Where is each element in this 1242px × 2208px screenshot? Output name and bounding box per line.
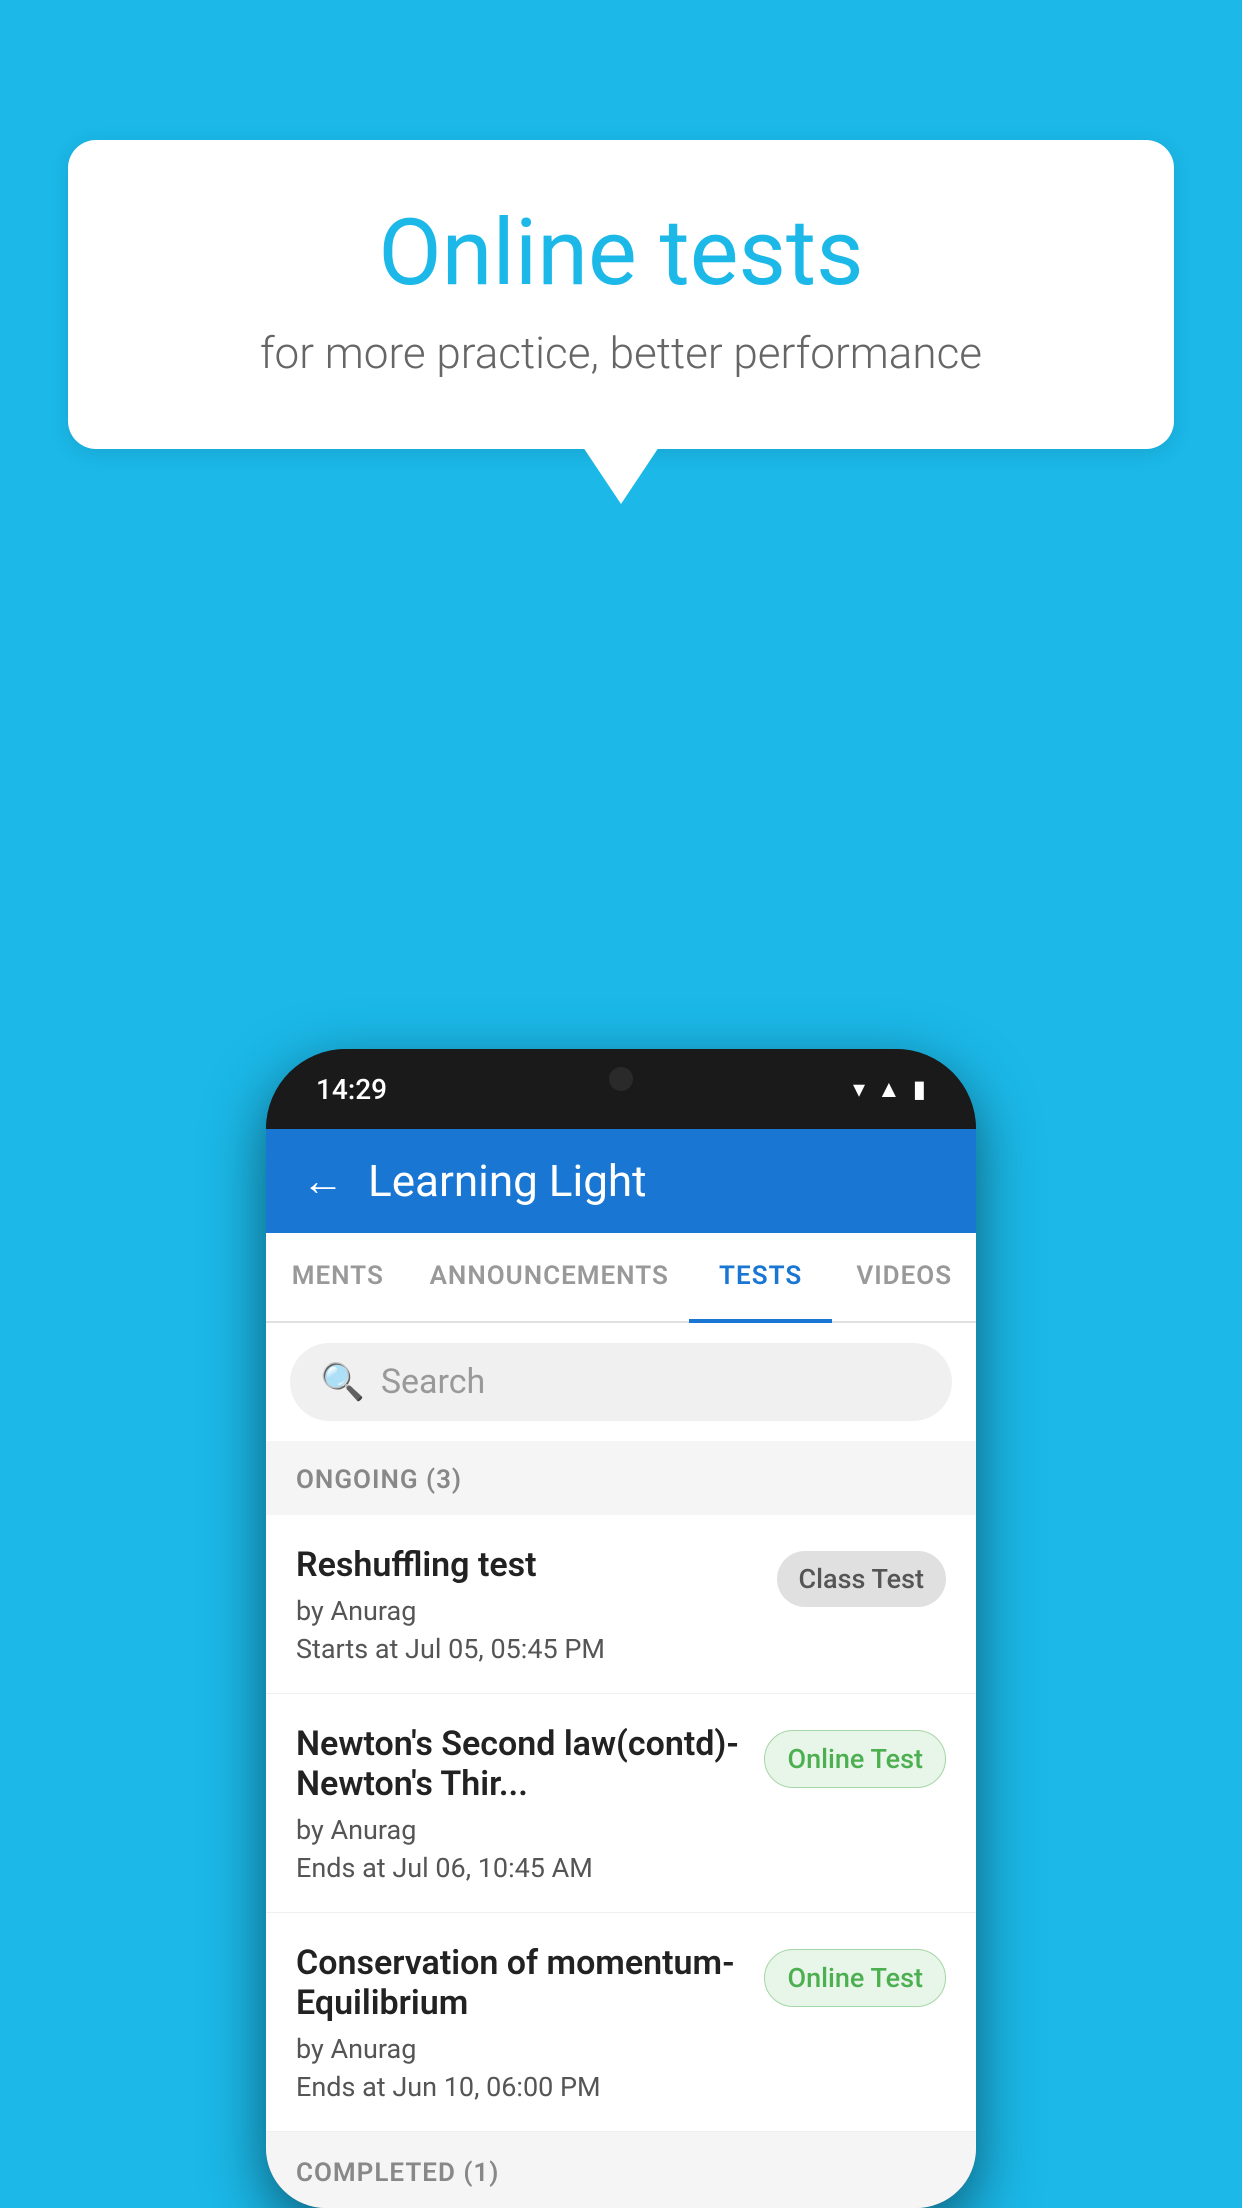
search-bar[interactable]: 🔍 Search <box>290 1343 952 1421</box>
test-info-1: Reshuffling test by Anurag Starts at Jul… <box>296 1545 777 1665</box>
test-badge-1: Class Test <box>777 1551 947 1607</box>
search-container: 🔍 Search <box>266 1323 976 1441</box>
completed-section-header: COMPLETED (1) <box>266 2132 976 2208</box>
test-time-2: Ends at Jul 06, 10:45 AM <box>296 1852 744 1884</box>
speech-bubble-container: Online tests for more practice, better p… <box>68 140 1174 449</box>
tab-announcements[interactable]: ANNOUNCEMENTS <box>410 1233 689 1321</box>
test-list: Reshuffling test by Anurag Starts at Jul… <box>266 1515 976 2132</box>
search-placeholder: Search <box>381 1362 485 1402</box>
signal-icon: ▲ <box>877 1075 901 1104</box>
test-badge-3: Online Test <box>764 1949 946 2007</box>
test-info-2: Newton's Second law(contd)-Newton's Thir… <box>296 1724 764 1884</box>
app-title: Learning Light <box>368 1155 647 1207</box>
camera <box>609 1067 633 1091</box>
app-header: ← Learning Light <box>266 1129 976 1233</box>
battery-icon: ▮ <box>913 1075 926 1103</box>
tab-videos[interactable]: VIDEOS <box>832 1233 976 1321</box>
test-by-1: by Anurag <box>296 1595 757 1627</box>
status-bar: 14:29 ▾ ▲ ▮ <box>266 1049 976 1129</box>
test-time-1: Starts at Jul 05, 05:45 PM <box>296 1633 757 1665</box>
wifi-icon: ▾ <box>853 1075 865 1103</box>
phone: 14:29 ▾ ▲ ▮ ← Learning Light MENTS ANNOU… <box>266 1049 976 2208</box>
tab-tests[interactable]: TESTS <box>689 1233 833 1323</box>
speech-bubble-subtitle: for more practice, better performance <box>148 327 1094 379</box>
test-time-3: Ends at Jun 10, 06:00 PM <box>296 2071 744 2103</box>
speech-bubble: Online tests for more practice, better p… <box>68 140 1174 449</box>
tab-ments[interactable]: MENTS <box>266 1233 410 1321</box>
test-name-3: Conservation of momentum-Equilibrium <box>296 1943 744 2023</box>
speech-bubble-title: Online tests <box>148 200 1094 307</box>
test-info-3: Conservation of momentum-Equilibrium by … <box>296 1943 764 2103</box>
phone-wrapper: 14:29 ▾ ▲ ▮ ← Learning Light MENTS ANNOU… <box>266 1049 976 2208</box>
test-by-3: by Anurag <box>296 2033 744 2065</box>
test-badge-2: Online Test <box>764 1730 946 1788</box>
status-icons: ▾ ▲ ▮ <box>853 1075 926 1104</box>
test-item-1[interactable]: Reshuffling test by Anurag Starts at Jul… <box>266 1515 976 1694</box>
test-by-2: by Anurag <box>296 1814 744 1846</box>
search-icon: 🔍 <box>320 1361 365 1403</box>
test-item-2[interactable]: Newton's Second law(contd)-Newton's Thir… <box>266 1694 976 1913</box>
test-item-3[interactable]: Conservation of momentum-Equilibrium by … <box>266 1913 976 2132</box>
tab-bar: MENTS ANNOUNCEMENTS TESTS VIDEOS <box>266 1233 976 1323</box>
test-name-2: Newton's Second law(contd)-Newton's Thir… <box>296 1724 744 1804</box>
app-screen: ← Learning Light MENTS ANNOUNCEMENTS TES… <box>266 1129 976 2208</box>
test-name-1: Reshuffling test <box>296 1545 757 1585</box>
status-time: 14:29 <box>316 1073 387 1106</box>
back-button[interactable]: ← <box>302 1157 344 1206</box>
phone-notch <box>541 1049 701 1109</box>
ongoing-section-header: ONGOING (3) <box>266 1445 976 1515</box>
